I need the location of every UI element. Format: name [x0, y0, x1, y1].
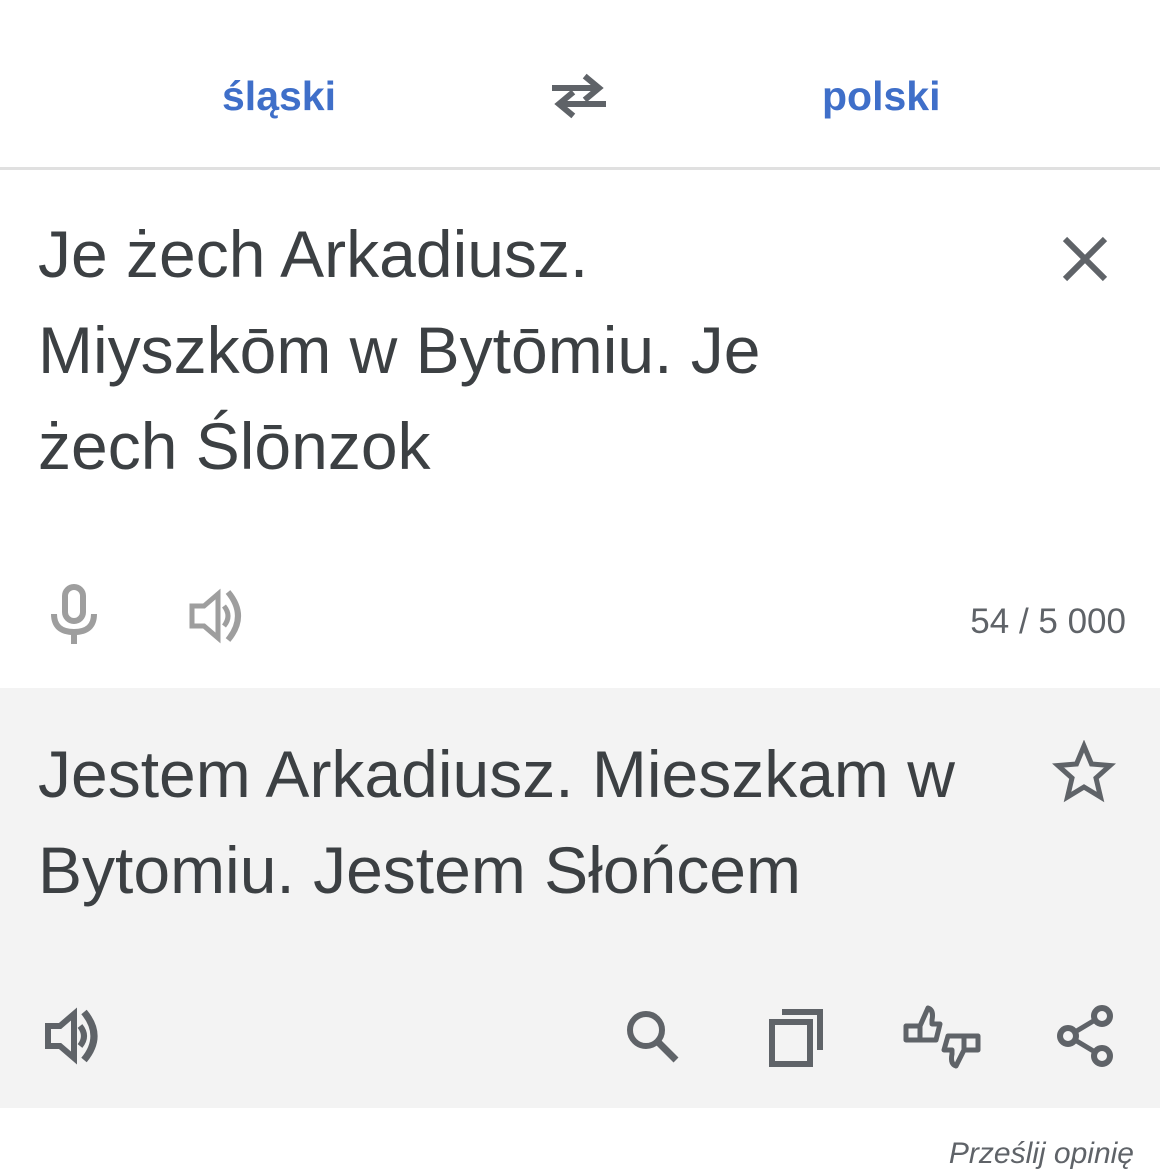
source-language-button[interactable]: śląski [222, 66, 336, 126]
copy-icon [769, 1009, 823, 1067]
listen-source-button[interactable] [186, 584, 250, 648]
listen-translation-button[interactable] [42, 1002, 106, 1070]
speaker-icon [45, 1007, 98, 1065]
copy-translation-button[interactable] [764, 1002, 828, 1070]
translation-text: Jestem Arkadiusz. Mieszkam w Bytomiu. Je… [38, 737, 955, 907]
source-panel: Je żech Arkadiusz. Miyszkōm w Bytōmiu. J… [0, 170, 1160, 688]
language-bar: śląski polski [0, 0, 1160, 170]
clear-input-button[interactable] [1056, 230, 1114, 288]
thumbs-up-down-icon [903, 1005, 981, 1069]
search-icon [627, 1011, 679, 1063]
translation-panel: Jestem Arkadiusz. Mieszkam w Bytomiu. Je… [0, 688, 1160, 1108]
source-text-input[interactable]: Je żech Arkadiusz. Miyszkōm w Bytōmiu. J… [38, 206, 1028, 494]
share-translation-button[interactable] [1054, 1002, 1118, 1070]
microphone-button[interactable] [44, 584, 104, 648]
send-feedback-link[interactable]: Prześlij opinię [949, 1134, 1134, 1174]
character-count: 54 / 5 000 [970, 602, 1126, 641]
rate-translation-button[interactable] [900, 1002, 984, 1070]
microphone-icon [51, 584, 97, 644]
close-icon [1062, 236, 1108, 282]
star-icon [1052, 740, 1116, 803]
swap-languages-button[interactable] [545, 66, 613, 126]
swap-arrows-icon [552, 73, 606, 119]
search-translation-button[interactable] [620, 1002, 684, 1070]
share-icon [1057, 1005, 1113, 1067]
speaker-icon [189, 588, 241, 644]
target-language-button[interactable]: polski [822, 66, 940, 126]
save-translation-button[interactable] [1052, 740, 1116, 804]
